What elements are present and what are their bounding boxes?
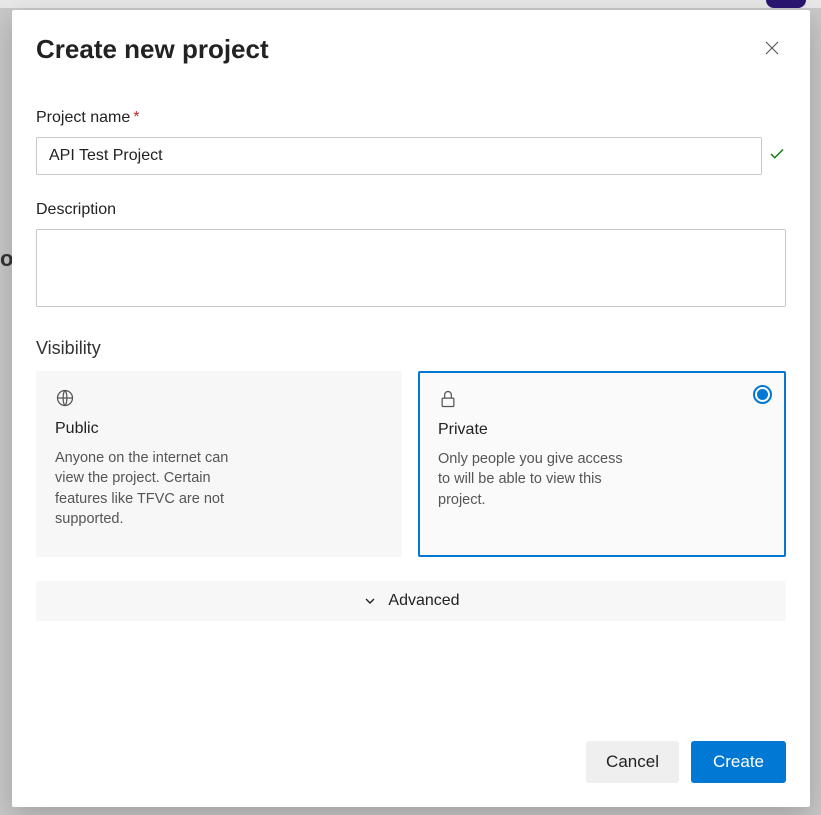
dialog-footer: Cancel Create xyxy=(36,741,786,783)
project-name-input[interactable] xyxy=(36,137,762,175)
radio-indicator-selected xyxy=(753,385,772,404)
lock-icon xyxy=(438,389,766,411)
advanced-toggle[interactable]: Advanced xyxy=(36,581,786,621)
visibility-private-title: Private xyxy=(438,421,766,439)
create-project-dialog: Create new project Project name* Descrip… xyxy=(12,10,810,807)
backdrop-avatar xyxy=(766,0,806,8)
project-name-label-text: Project name xyxy=(36,109,130,126)
dialog-header: Create new project xyxy=(36,34,786,65)
description-label: Description xyxy=(36,201,786,219)
project-name-field-group: Project name* xyxy=(36,109,786,175)
advanced-label: Advanced xyxy=(388,592,459,610)
visibility-label: Visibility xyxy=(36,338,786,359)
visibility-option-private[interactable]: Private Only people you give access to w… xyxy=(418,371,786,557)
required-asterisk: * xyxy=(133,109,139,126)
visibility-options: Public Anyone on the internet can view t… xyxy=(36,371,786,557)
dialog-title: Create new project xyxy=(36,34,269,65)
visibility-public-description: Anyone on the internet can view the proj… xyxy=(55,448,255,529)
cancel-button[interactable]: Cancel xyxy=(586,741,679,783)
create-button[interactable]: Create xyxy=(691,741,786,783)
visibility-option-public[interactable]: Public Anyone on the internet can view t… xyxy=(36,371,402,557)
visibility-private-description: Only people you give access to will be a… xyxy=(438,449,638,510)
visibility-public-title: Public xyxy=(55,420,383,438)
backdrop-top-bar xyxy=(0,0,821,8)
close-button[interactable] xyxy=(756,32,788,64)
chevron-down-icon xyxy=(362,593,378,609)
globe-icon xyxy=(55,388,383,410)
checkmark-icon xyxy=(768,145,786,168)
close-icon xyxy=(763,39,781,57)
project-name-label: Project name* xyxy=(36,109,786,127)
description-field-group: Description xyxy=(36,201,786,312)
description-input[interactable] xyxy=(36,229,786,307)
